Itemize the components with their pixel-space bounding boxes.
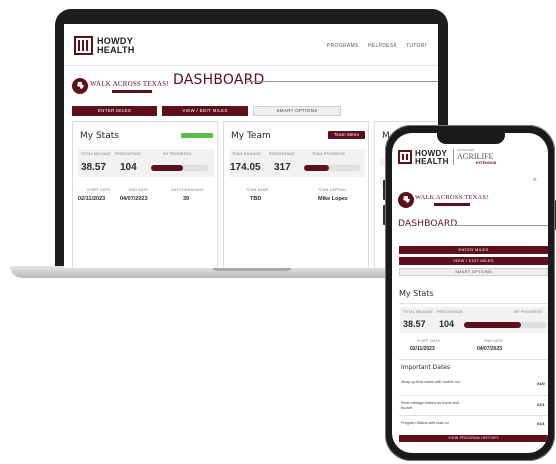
important-date-item-label: Final mileage entries as home and bucket <box>401 401 460 410</box>
start-date-label: START DATE <box>87 188 111 192</box>
phone-percentage-value: 104 <box>439 319 455 329</box>
agrilife-extension: EXTENSION <box>476 161 497 165</box>
nav-programs[interactable]: PROGRAMS <box>327 43 359 49</box>
smart-options-button[interactable]: SMART OPTIONS <box>253 106 341 116</box>
team-mileage-label: TEAM MILEAGE <box>232 152 261 156</box>
total-mileage-value: 38.57 <box>81 162 107 173</box>
phone-texas-emblem-icon <box>398 192 414 208</box>
phone-section-divider <box>399 359 548 360</box>
phone-end-date-label: END DATE <box>484 339 504 343</box>
team-progress-bar <box>304 165 360 171</box>
phone-title-rule <box>448 225 548 226</box>
important-date-item-label: Program Status with lead on <box>401 421 449 425</box>
brand-name-line2: HEALTH <box>97 45 135 55</box>
phone-my-progress-label: MY PROGRESS <box>514 310 543 314</box>
my-progress-label: MY PROGRESS <box>163 152 192 156</box>
percentage-label: PERCENTAGE <box>115 152 141 156</box>
team-progress-label: TEAM PROGRESS <box>312 152 346 156</box>
my-stats-title: My Stats <box>80 131 119 141</box>
phone-stats-divider <box>399 303 548 304</box>
important-dates-title: Important Dates <box>401 364 451 371</box>
days-remaining-label: DAYS REMAINING <box>171 188 204 192</box>
page-title: DASHBOARD <box>173 72 265 88</box>
team-mileage-value: 174.05 <box>230 162 261 173</box>
important-date-divider <box>399 395 548 396</box>
phone-percentage-label: PERCENTAGE <box>437 310 463 314</box>
user-menu-icon[interactable]: ☰ <box>533 177 541 182</box>
end-date-value: 04/07/2023 <box>120 196 148 202</box>
view-edit-miles-button[interactable]: VIEW / EDIT MILES <box>162 106 248 116</box>
phone-my-progress-bar <box>464 322 546 328</box>
days-remaining-value: 39 <box>183 196 190 202</box>
wat-logo-text: WALK ACROSS TEXAS! <box>90 80 169 88</box>
phone-page-title: DASHBOARD <box>398 219 458 229</box>
team-captain-label: TEAM CAPTAIN <box>318 188 347 192</box>
laptop-screen: HOWDY HEALTH PROGRAMS HELPDESK TUTORI WA… <box>64 24 438 268</box>
end-date-label: END DATE <box>129 188 149 192</box>
phone-start-date-label: START DATE <box>417 339 441 343</box>
howdy-health-logo-icon[interactable] <box>74 36 93 55</box>
team-percentage-value: 317 <box>274 162 291 173</box>
status-indicator <box>181 133 213 138</box>
important-date-item-label: Wrap up final walks with mobile run <box>401 380 461 384</box>
phone-howdy-health-logo-icon[interactable] <box>398 150 412 164</box>
phone-total-mileage-value: 38.57 <box>403 319 426 329</box>
nav-tutorials[interactable]: TUTORI <box>406 43 426 49</box>
brand-divider <box>453 149 454 165</box>
title-rule <box>247 81 438 82</box>
enter-miles-button[interactable]: ENTER MILES <box>72 106 157 116</box>
my-team-card: My Team Team Menu TEAM MILEAGE PERCENTAG… <box>223 121 369 268</box>
my-team-title: My Team <box>231 131 271 141</box>
phone-end-date-value: 04/07/2023 <box>477 346 503 352</box>
my-stats-card: My Stats TOTAL MILEAGE PERCENTAGE MY PRO… <box>72 121 218 268</box>
my-progress-bar <box>151 165 209 171</box>
view-program-history-button[interactable]: VIEW PROGRAM HISTORY <box>399 435 548 442</box>
my-progress-fill <box>151 165 183 171</box>
team-menu-button[interactable]: Team Menu <box>328 131 365 139</box>
percentage-value: 104 <box>120 162 137 173</box>
total-mileage-label: TOTAL MILEAGE <box>81 152 111 156</box>
phone-enter-miles-button[interactable]: ENTER MILES <box>399 246 548 254</box>
important-date-item-date: 04/1 <box>537 421 545 426</box>
phone-my-stats-title: My Stats <box>399 289 434 298</box>
phone-wat-logo-text: WALK ACROSS TEXAS! <box>415 194 489 201</box>
team-name-label: TEAM NAME <box>246 188 269 192</box>
phone-wat-underline <box>434 203 470 206</box>
agrilife-word: AGRILIFE <box>457 152 494 161</box>
phone-brand-line2: HEALTH <box>415 157 449 166</box>
important-date-divider <box>399 415 548 416</box>
start-date-value: 02/11/2023 <box>78 196 106 202</box>
important-date-item-date: 04/1 <box>537 402 545 407</box>
phone-smart-options-button[interactable]: SMART OPTIONS <box>399 268 548 276</box>
phone-my-progress-fill <box>464 322 522 328</box>
team-percentage-label: PERCENTAGE <box>269 152 295 156</box>
wat-logo-underline <box>112 90 152 93</box>
site-header: HOWDY HEALTH PROGRAMS HELPDESK TUTORI <box>64 24 438 66</box>
team-progress-fill <box>304 165 330 171</box>
phone-view-edit-miles-button[interactable]: VIEW / EDIT MILES <box>399 257 548 265</box>
important-date-item-date: 04/0 <box>537 381 545 386</box>
phone-screen: HOWDY HEALTH TEXAS A&M AGRILIFE EXTENSIO… <box>392 133 548 453</box>
team-captain-value: Mike Lopez <box>318 196 348 202</box>
phone-notch <box>437 132 505 144</box>
texas-emblem-icon <box>72 78 88 94</box>
phone-brand-line1: HOWDY <box>415 149 448 158</box>
nav-helpdesk[interactable]: HELPDESK <box>368 43 397 49</box>
team-name-value: TBD <box>250 196 262 202</box>
phone-start-date-value: 02/11/2023 <box>410 346 435 352</box>
phone-total-mileage-label: TOTAL MILEAGE <box>403 310 433 314</box>
